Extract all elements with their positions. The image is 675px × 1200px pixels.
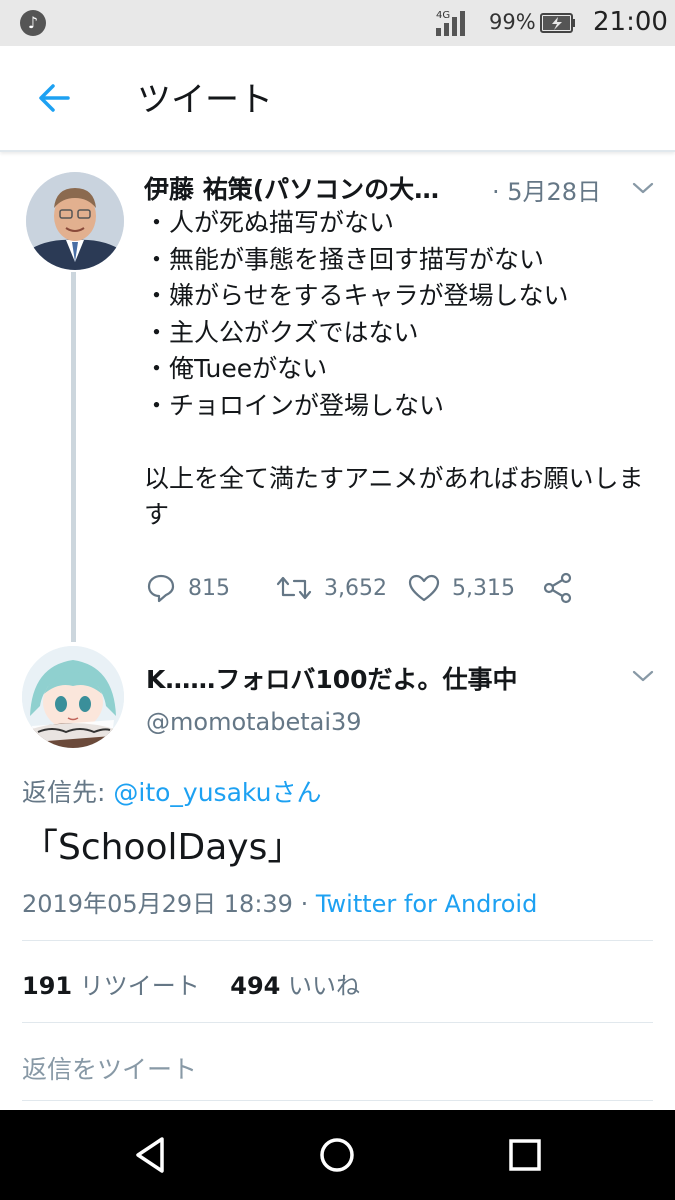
battery-percent: 99% [489,10,536,34]
retweet-count: 3,652 [324,575,387,601]
tweet-timestamp: 2019年05月29日 18:39 · [22,890,316,918]
main-tweet-text: 「SchoolDays」 [22,827,304,868]
share-action[interactable] [542,570,586,606]
retweet-action[interactable]: 3,652 [276,570,387,606]
main-author-name[interactable]: K……フォロバ100だよ。仕事中 [146,660,518,696]
chevron-down-icon[interactable] [632,181,654,195]
reply-context: 返信先: @ito_yusakuさん [22,773,321,809]
parent-tweet-text: ・人が死ぬ描写がない ・無能が事態を掻き回す描写がない ・嫌がらせをするキャラが… [144,208,644,529]
person-photo-icon [26,172,124,270]
like-count: 5,315 [452,575,515,601]
retweet-icon [276,576,312,600]
svg-text:4G: 4G [436,10,450,21]
divider [22,1100,653,1101]
signal-icon: 4G [436,10,465,36]
likes-stat-label: いいね [280,972,361,1000]
reply-input[interactable]: 返信をツイート [22,1050,197,1086]
main-author-avatar[interactable] [22,646,124,748]
divider [22,1022,653,1023]
likes-stat-count: 494 [230,972,281,1000]
share-icon [543,572,572,604]
thread-connector [71,272,76,642]
system-nav-bar [0,1110,675,1200]
back-arrow-icon[interactable] [34,78,74,118]
nav-recents-icon[interactable] [500,1130,550,1180]
main-author-handle[interactable]: @momotabetai39 [146,708,362,736]
retweets-stat[interactable]: 191 リツイート [22,972,200,1000]
music-note-icon: ♪ [20,10,46,36]
tweet-source-link[interactable]: Twitter for Android [316,890,537,918]
clock: 21:00 [593,7,668,37]
chevron-down-icon[interactable] [632,669,654,683]
reply-to-user-link[interactable]: @ito_yusaku [113,778,271,807]
app-bar: ツイート [0,46,675,152]
heart-icon [408,574,440,602]
tweet-meta: 2019年05月29日 18:39 · Twitter for Android [22,884,537,919]
reply-count: 815 [188,575,230,601]
likes-stat[interactable]: 494 いいね [230,972,360,1000]
reply-suffix[interactable]: さん [271,778,321,807]
retweets-stat-count: 191 [22,972,73,1000]
reply-action[interactable]: 815 [146,570,230,606]
nav-back-icon[interactable] [126,1130,176,1180]
reply-prefix: 返信先: [22,778,114,807]
page-title: ツイート [137,80,273,120]
nav-home-icon[interactable] [312,1130,362,1180]
parent-tweet-date[interactable]: · 5月28日 [492,172,601,207]
retweets-stat-label: リツイート [72,972,200,1000]
divider [22,940,653,941]
battery-charging-icon [540,13,575,33]
like-action[interactable]: 5,315 [408,570,515,606]
status-bar: ♪ 4G 99% 21:00 [0,0,675,46]
parent-author-avatar[interactable] [26,172,124,270]
parent-author-name[interactable]: 伊藤 祐策(パソコンの大… [144,170,439,206]
engagement-stats: 191 リツイート 494 いいね [22,966,360,1001]
anime-avatar-icon [22,646,124,748]
reply-icon [147,574,175,603]
